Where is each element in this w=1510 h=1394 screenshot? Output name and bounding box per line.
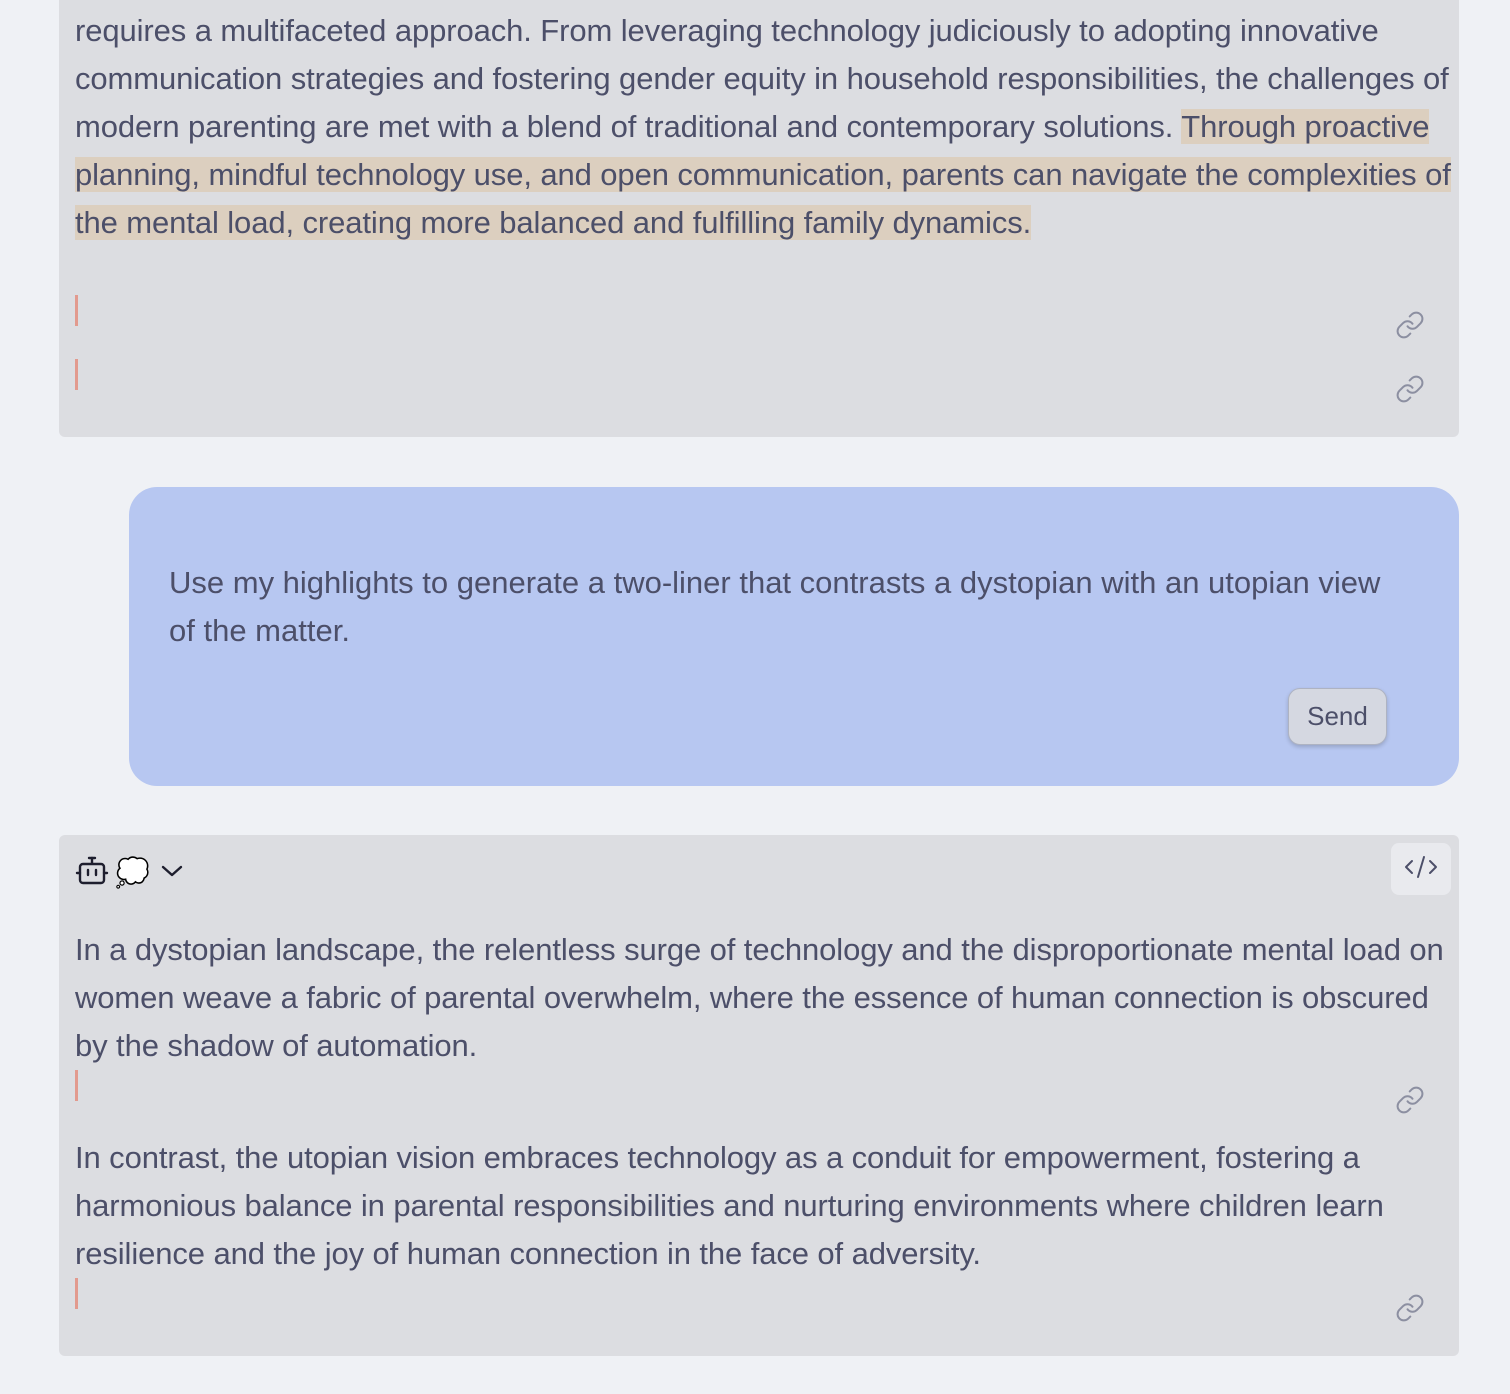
margin-marker <box>75 359 78 390</box>
robot-icon[interactable] <box>75 855 109 892</box>
assistant-response-card: 💭 In a dystopian landscape, the relentle… <box>59 835 1459 1356</box>
link-icon[interactable] <box>1395 310 1425 340</box>
thought-bubble-icon[interactable]: 💭 <box>115 859 150 887</box>
user-message-text[interactable]: Use my highlights to generate a two-line… <box>169 559 1409 655</box>
response-toolbar: 💭 <box>75 855 184 891</box>
view-source-button[interactable] <box>1391 843 1451 895</box>
link-icon[interactable] <box>1395 1293 1425 1323</box>
link-icon[interactable] <box>1395 1085 1425 1115</box>
user-message-bubble: Use my highlights to generate a two-line… <box>129 487 1459 786</box>
margin-marker <box>75 295 78 326</box>
response-paragraph: In contrast, the utopian vision embraces… <box>75 1140 1384 1271</box>
margin-marker <box>75 1070 78 1101</box>
margin-marker <box>75 1278 78 1309</box>
chevron-down-icon[interactable] <box>160 863 184 884</box>
send-button[interactable]: Send <box>1288 688 1387 745</box>
link-icon[interactable] <box>1395 374 1425 404</box>
response-paragraph: In a dystopian landscape, the relentless… <box>75 932 1444 1063</box>
response-paragraph: requires a multifaceted approach. From l… <box>75 7 1455 247</box>
code-icon <box>1403 853 1439 886</box>
previous-response-card: requires a multifaceted approach. From l… <box>59 0 1459 437</box>
